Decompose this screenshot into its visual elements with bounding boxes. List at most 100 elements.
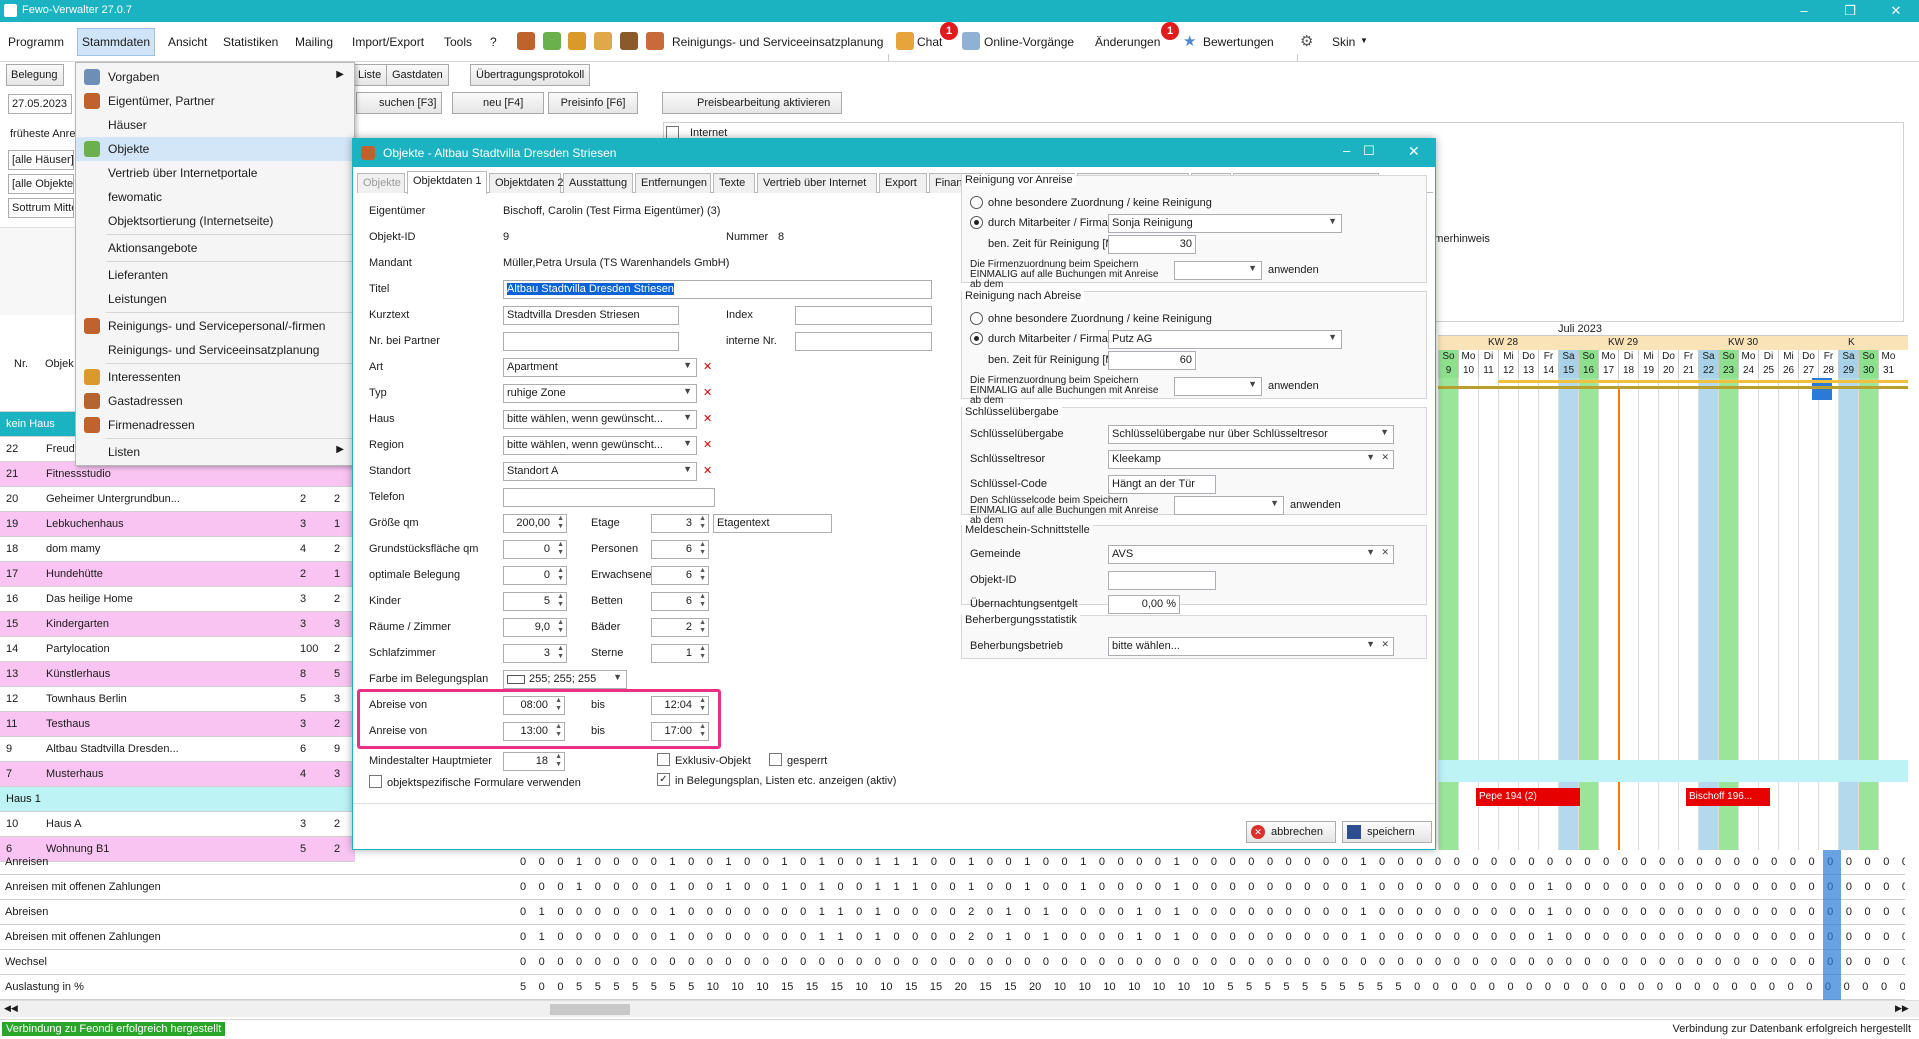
speichern-button[interactable]: speichern xyxy=(1342,821,1432,843)
nach-firma-select[interactable]: Putz AG ▼ xyxy=(1108,330,1342,349)
preisinfo-button[interactable]: Preisinfo [F6] xyxy=(548,92,638,114)
haeuser-filter[interactable]: [alle Häuser] xyxy=(8,150,74,170)
menu-skin[interactable]: Skin xyxy=(1332,35,1355,49)
nach-zeit-input[interactable]: 60 xyxy=(1108,351,1196,370)
art-clear-icon[interactable]: ✕ xyxy=(703,360,712,373)
stepper-icon[interactable]: ▲ ▼ xyxy=(699,515,706,531)
haus-select[interactable]: bitte wählen, wenn gewünscht... ▼ xyxy=(503,410,697,429)
table-row[interactable]: 14 Partylocation 100 2 xyxy=(0,637,355,662)
vor-anwenden-date[interactable]: ▼ xyxy=(1174,261,1262,280)
table-row[interactable]: 12 Townhaus Berlin 5 3 xyxy=(0,687,355,712)
house-icon[interactable] xyxy=(543,32,561,50)
mandant-value[interactable]: Müller,Petra Ursula (TS Warenhandels Gmb… xyxy=(503,257,729,269)
code-anwenden-label[interactable]: anwenden xyxy=(1290,499,1341,511)
stepper-icon[interactable]: ▲ ▼ xyxy=(699,567,706,583)
chat-icon[interactable] xyxy=(896,32,914,50)
dropdown-item[interactable]: fewomatic xyxy=(76,185,354,209)
vor-anwenden-label[interactable]: anwenden xyxy=(1268,264,1319,276)
booking-bar[interactable]: Pepe 194 (2) xyxy=(1476,788,1580,806)
dropdown-item[interactable]: Vorgaben ▶ xyxy=(76,65,354,89)
menu-programm[interactable]: Programm xyxy=(8,35,64,49)
suchen-button[interactable]: suchen [F3] xyxy=(356,92,443,114)
gesperrt-checkbox[interactable] xyxy=(769,753,782,766)
clear-icon[interactable]: ✕ xyxy=(1381,639,1389,650)
tab-7[interactable]: Export xyxy=(879,173,927,193)
etage-stepper[interactable]: 3 ▲ ▼ xyxy=(651,514,709,533)
tab-3[interactable]: Ausstattung xyxy=(563,173,633,193)
standort-select[interactable]: Standort A ▼ xyxy=(503,462,697,481)
stepper-icon[interactable]: ▲ ▼ xyxy=(699,723,706,739)
menu-aenderungen[interactable]: Änderungen xyxy=(1095,35,1160,49)
nach-anwenden-date[interactable]: ▼ xyxy=(1174,377,1262,396)
region-select[interactable]: bitte wählen, wenn gewünscht... ▼ xyxy=(503,436,697,455)
menu-chat[interactable]: Chat xyxy=(917,35,942,49)
belegung-button[interactable]: Belegung xyxy=(6,64,64,86)
vor-firma-select[interactable]: Sonja Reinigung ▼ xyxy=(1108,214,1342,233)
table-row[interactable]: 7 Musterhaus 4 3 xyxy=(0,762,355,787)
dropdown-item[interactable]: Objektsortierung (Internetseite) xyxy=(76,209,354,233)
dropdown-item[interactable]: Reinigungs- und Servicepersonal/-firmen xyxy=(76,314,354,338)
table-row[interactable]: 9 Altbau Stadtvilla Dresden... 6 9 xyxy=(0,737,355,762)
titel-input[interactable]: Altbau Stadtvilla Dresden Striesen xyxy=(503,280,932,299)
dropdown-item[interactable]: Gastadressen xyxy=(76,389,354,413)
vor-durch-radio[interactable] xyxy=(970,216,983,229)
stepper-icon[interactable]: ▲ ▼ xyxy=(557,567,564,583)
erwachsene-stepper[interactable]: 6 ▲ ▼ xyxy=(651,566,709,585)
online-icon[interactable] xyxy=(962,32,980,50)
preisbearbeitung-button[interactable]: Preisbearbeitung aktivieren xyxy=(662,92,842,114)
dropdown-item[interactable]: Häuser xyxy=(76,113,354,137)
uebertragung-button[interactable]: Übertragungsprotokoll xyxy=(470,64,591,86)
grund-stepper[interactable]: 0 ▲ ▼ xyxy=(503,540,567,559)
betrieb-select[interactable]: bitte wählen... ▼ ✕ xyxy=(1108,637,1394,656)
stepper-icon[interactable]: ▲ ▼ xyxy=(555,753,562,769)
typ-clear-icon[interactable]: ✕ xyxy=(703,386,712,399)
art-select[interactable]: Apartment ▼ xyxy=(503,358,697,377)
menu-ansicht[interactable]: Ansicht xyxy=(168,35,207,49)
menu-bewertungen[interactable]: Bewertungen xyxy=(1203,35,1274,49)
tab-5[interactable]: Texte xyxy=(713,173,755,193)
table-row[interactable]: 16 Das heilige Home 3 2 xyxy=(0,587,355,612)
stepper-icon[interactable]: ▲ ▼ xyxy=(557,619,564,635)
optimal-stepper[interactable]: 0 ▲ ▼ xyxy=(503,566,567,585)
table-row[interactable]: 17 Hundehütte 2 1 xyxy=(0,562,355,587)
objekte-filter[interactable]: [alle Objekte] xyxy=(8,174,74,194)
dropdown-item[interactable]: Aktionsangebote xyxy=(76,236,354,260)
person-icon[interactable] xyxy=(517,32,535,50)
guest-icon[interactable] xyxy=(594,32,612,50)
dropdown-item[interactable]: Firmenadressen xyxy=(76,413,354,437)
restore-icon[interactable]: ❐ xyxy=(1827,0,1873,22)
scroll-right-icon[interactable]: ▶▶ xyxy=(1895,1003,1909,1014)
entgelt-input[interactable]: 0,00 % xyxy=(1108,595,1180,614)
group-row[interactable]: Haus 1 xyxy=(0,787,355,812)
tab-6[interactable]: Vertrieb über Internet xyxy=(757,173,877,193)
exklusiv-checkbox[interactable] xyxy=(657,753,670,766)
code-anwenden-date[interactable]: ▼ xyxy=(1174,496,1284,515)
belegungsplan-checkbox[interactable]: ✓ xyxy=(657,773,670,786)
tresor-select[interactable]: Kleekamp ▼ ✕ xyxy=(1108,450,1394,469)
minimize-icon[interactable]: – xyxy=(1781,0,1827,22)
menu-reinigung[interactable]: Reinigungs- und Serviceeinsatzplanung xyxy=(672,35,883,49)
stepper-icon[interactable]: ▲ ▼ xyxy=(699,619,706,635)
stepper-icon[interactable]: ▲ ▼ xyxy=(557,645,564,661)
stepper-icon[interactable]: ▲ ▼ xyxy=(699,541,706,557)
abbrechen-button[interactable]: ✕ abbrechen xyxy=(1246,821,1336,843)
gemeinde-select[interactable]: AVS ▼ ✕ xyxy=(1108,545,1394,564)
nach-durch-radio[interactable] xyxy=(970,332,983,345)
scroll-thumb[interactable] xyxy=(550,1004,630,1015)
tab-0[interactable]: Objekte xyxy=(357,173,405,193)
eigentuemer-value[interactable]: Bischoff, Carolin (Test Firma Eigentümer… xyxy=(503,205,720,217)
dialog-maximize-icon[interactable]: ☐ xyxy=(1363,143,1375,159)
dropdown-item[interactable]: Objekte xyxy=(76,137,354,161)
betten-stepper[interactable]: 6 ▲ ▼ xyxy=(651,592,709,611)
stepper-icon[interactable]: ▲ ▼ xyxy=(699,697,706,713)
dropdown-item[interactable]: Reinigungs- und Serviceeinsatzplanung xyxy=(76,338,354,362)
clear-icon[interactable]: ✕ xyxy=(1381,547,1389,558)
dropdown-item[interactable]: Listen ▶ xyxy=(76,440,354,464)
standort-clear-icon[interactable]: ✕ xyxy=(703,464,712,477)
menu-tools[interactable]: Tools xyxy=(444,35,472,49)
kurztext-input[interactable]: Stadtvilla Dresden Striesen xyxy=(503,306,679,325)
tab-1[interactable]: Objektdaten 1 xyxy=(407,171,487,194)
chevron-down-icon[interactable]: ▼ xyxy=(1360,36,1368,45)
nach-anwenden-label[interactable]: anwenden xyxy=(1268,380,1319,392)
region-clear-icon[interactable]: ✕ xyxy=(703,438,712,451)
